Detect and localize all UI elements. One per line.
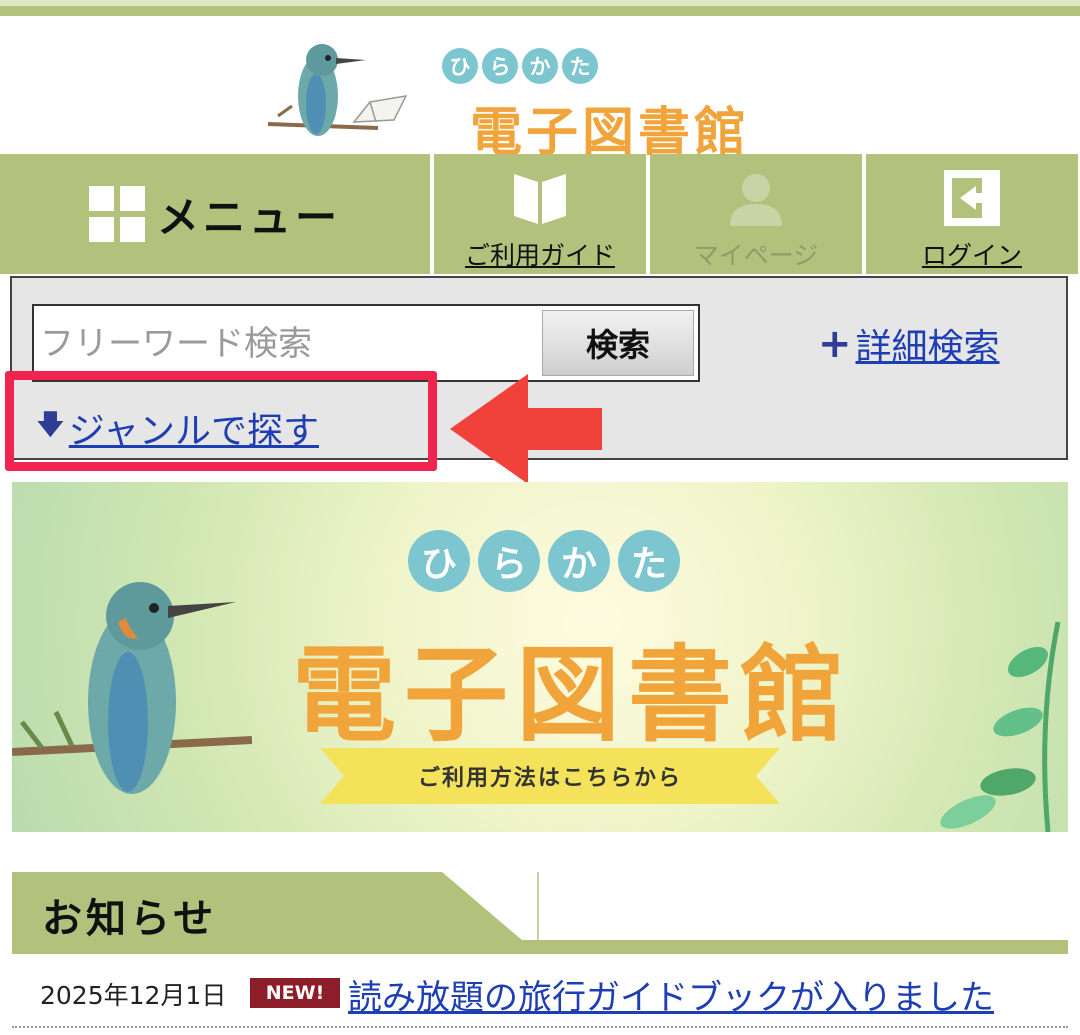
guide-label[interactable]: ご利用ガイド [434, 236, 646, 272]
menu-button[interactable]: メニュー [0, 154, 430, 274]
usage-guide-link[interactable]: ご利用方法はこちらから [320, 748, 780, 804]
logo-hira-char: ら [482, 48, 518, 84]
menu-label: メニュー [156, 192, 341, 242]
login-label[interactable]: ログイン [866, 236, 1078, 272]
search-input[interactable] [38, 308, 542, 380]
banner-hira-char: ら [478, 530, 540, 592]
news-section: お知らせ [12, 872, 1068, 954]
logo-hira-char: か [522, 48, 558, 84]
leaves-illustration-icon [940, 621, 1061, 832]
news-heading: お知らせ [42, 896, 218, 942]
library-banner[interactable]: ひ ら か た 電子図書館 ご利用方法はこちらから [12, 482, 1068, 832]
plus-icon: + [818, 321, 852, 367]
site-header: ひ ら か た 電子図書館 [0, 16, 1080, 163]
advanced-search-link[interactable]: 詳細検索 [856, 318, 1000, 370]
logo-hiragana: ひ ら か た [442, 48, 598, 84]
banner-hiragana: ひ ら か た [408, 530, 680, 592]
highlight-box [5, 371, 437, 471]
top-accent-line [0, 0, 1080, 16]
logo-hira-char: ひ [442, 48, 478, 84]
search-button[interactable]: 検索 [542, 310, 694, 376]
mypage-button[interactable]: マイページ [650, 154, 862, 274]
news-title-link[interactable]: 読み放題の旅行ガイドブックが入りました [348, 970, 994, 1019]
logo-hira-char: た [562, 48, 598, 84]
guide-button[interactable]: ご利用ガイド [434, 154, 646, 274]
news-date: 2025年12月1日 [40, 981, 227, 1010]
main-nav: メニュー ご利用ガイド マイページ ログイン [0, 154, 1080, 274]
kingfisher-logo-icon[interactable] [258, 36, 418, 151]
mypage-label: マイページ [693, 241, 819, 270]
user-icon [730, 174, 782, 226]
banner-hira-char: た [618, 530, 680, 592]
advanced-search[interactable]: + 詳細検索 [818, 318, 1000, 370]
banner-title: 電子図書館 [292, 634, 853, 756]
login-button[interactable]: ログイン [866, 154, 1078, 274]
news-item: 2025年12月1日 NEW! 読み放題の旅行ガイドブックが入りました [12, 960, 1068, 1028]
login-icon [944, 170, 1000, 226]
banner-hira-char: か [548, 530, 610, 592]
new-badge: NEW! [250, 978, 340, 1008]
kingfisher-illustration-icon [12, 582, 252, 794]
banner-hira-char: ひ [408, 530, 470, 592]
pointer-arrow-icon [450, 374, 602, 484]
grid-icon [88, 186, 145, 242]
book-icon [514, 174, 566, 224]
